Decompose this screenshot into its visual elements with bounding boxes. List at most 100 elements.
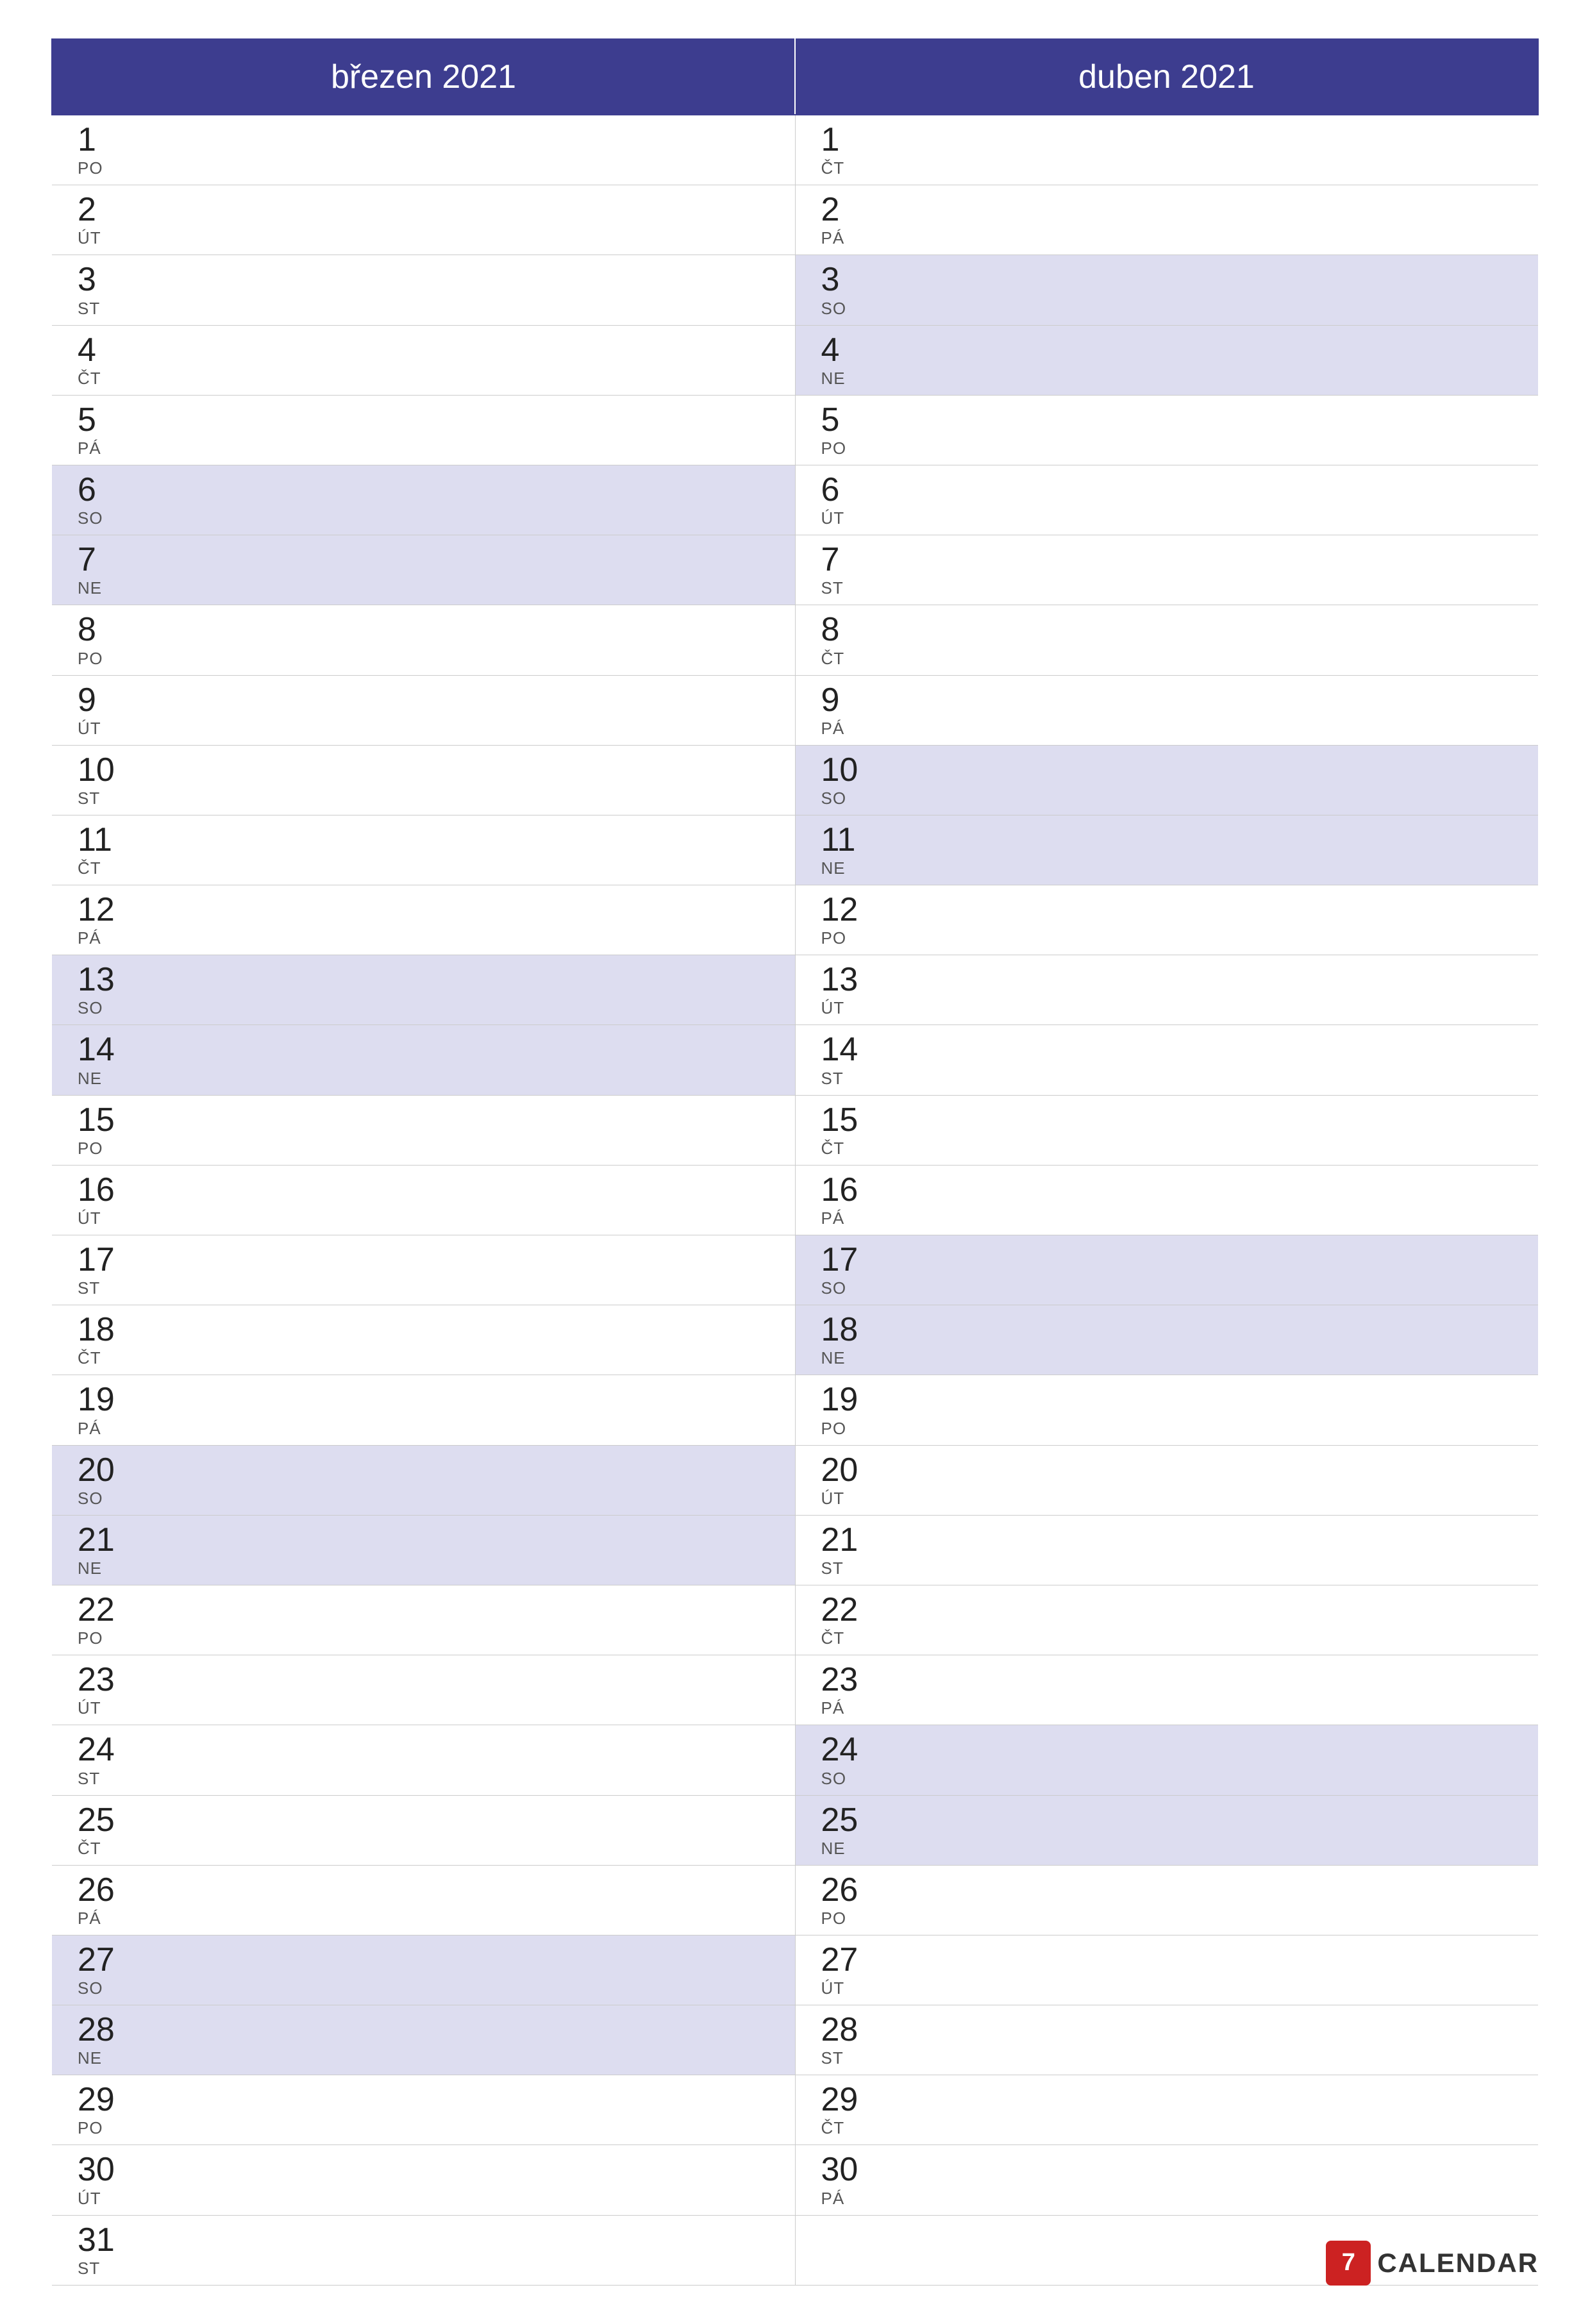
- march-day-27: 27SO: [52, 1935, 795, 2005]
- april-header: duben 2021: [795, 39, 1538, 115]
- day-row: 31ST: [52, 2215, 1538, 2285]
- april-day-6: 6ÚT: [795, 465, 1538, 535]
- april-day-15: 15ČT: [795, 1095, 1538, 1165]
- march-day-28: 28NE: [52, 2005, 795, 2075]
- day-row: 7NE7ST: [52, 535, 1538, 605]
- day-row: 9ÚT9PÁ: [52, 675, 1538, 745]
- april-day-29: 29ČT: [795, 2075, 1538, 2145]
- day-row: 18ČT18NE: [52, 1305, 1538, 1375]
- day-row: 24ST24SO: [52, 1725, 1538, 1795]
- march-day-18: 18ČT: [52, 1305, 795, 1375]
- march-day-1: 1PO: [52, 115, 795, 185]
- day-row: 13SO13ÚT: [52, 955, 1538, 1025]
- april-day-7: 7ST: [795, 535, 1538, 605]
- day-row: 22PO22ČT: [52, 1585, 1538, 1655]
- day-row: 11ČT11NE: [52, 815, 1538, 885]
- march-day-30: 30ÚT: [52, 2145, 795, 2215]
- day-row: 29PO29ČT: [52, 2075, 1538, 2145]
- day-row: 20SO20ÚT: [52, 1445, 1538, 1515]
- april-day-16: 16PÁ: [795, 1165, 1538, 1235]
- march-day-29: 29PO: [52, 2075, 795, 2145]
- day-row: 1PO1ČT: [52, 115, 1538, 185]
- april-day-24: 24SO: [795, 1725, 1538, 1795]
- day-row: 5PÁ5PO: [52, 395, 1538, 465]
- march-day-26: 26PÁ: [52, 1865, 795, 1935]
- day-row: 16ÚT16PÁ: [52, 1165, 1538, 1235]
- march-day-22: 22PO: [52, 1585, 795, 1655]
- april-day-18: 18NE: [795, 1305, 1538, 1375]
- day-row: 26PÁ26PO: [52, 1865, 1538, 1935]
- april-day-30: 30PÁ: [795, 2145, 1538, 2215]
- april-day-12: 12PO: [795, 885, 1538, 955]
- march-day-12: 12PÁ: [52, 885, 795, 955]
- march-day-2: 2ÚT: [52, 185, 795, 255]
- march-day-4: 4ČT: [52, 325, 795, 395]
- day-row: 27SO27ÚT: [52, 1935, 1538, 2005]
- footer: 7 CALENDAR: [1326, 2241, 1539, 2286]
- day-row: 28NE28ST: [52, 2005, 1538, 2075]
- april-day-14: 14ST: [795, 1025, 1538, 1095]
- march-day-31: 31ST: [52, 2215, 795, 2285]
- day-row: 8PO8ČT: [52, 605, 1538, 675]
- day-row: 12PÁ12PO: [52, 885, 1538, 955]
- march-day-25: 25ČT: [52, 1795, 795, 1865]
- day-row: 2ÚT2PÁ: [52, 185, 1538, 255]
- day-row: 23ÚT23PÁ: [52, 1655, 1538, 1725]
- day-row: 15PO15ČT: [52, 1095, 1538, 1165]
- march-day-13: 13SO: [52, 955, 795, 1025]
- march-day-11: 11ČT: [52, 815, 795, 885]
- calendar-logo: 7 CALENDAR: [1326, 2241, 1539, 2286]
- april-day-28: 28ST: [795, 2005, 1538, 2075]
- april-day-3: 3SO: [795, 255, 1538, 325]
- day-row: 17ST17SO: [52, 1235, 1538, 1305]
- april-day-20: 20ÚT: [795, 1445, 1538, 1515]
- april-day-2: 2PÁ: [795, 185, 1538, 255]
- day-row: 19PÁ19PO: [52, 1375, 1538, 1445]
- april-day-1: 1ČT: [795, 115, 1538, 185]
- day-row: 3ST3SO: [52, 255, 1538, 325]
- april-day-27: 27ÚT: [795, 1935, 1538, 2005]
- april-day-22: 22ČT: [795, 1585, 1538, 1655]
- day-row: 10ST10SO: [52, 745, 1538, 815]
- calendar-table: březen 2021 duben 2021 1PO1ČT2ÚT2PÁ3ST3S…: [51, 38, 1539, 2286]
- march-day-16: 16ÚT: [52, 1165, 795, 1235]
- day-row: 4ČT4NE: [52, 325, 1538, 395]
- april-day-5: 5PO: [795, 395, 1538, 465]
- april-day-8: 8ČT: [795, 605, 1538, 675]
- march-day-5: 5PÁ: [52, 395, 795, 465]
- march-day-9: 9ÚT: [52, 675, 795, 745]
- day-row: 25ČT25NE: [52, 1795, 1538, 1865]
- april-day-26: 26PO: [795, 1865, 1538, 1935]
- march-day-3: 3ST: [52, 255, 795, 325]
- march-day-10: 10ST: [52, 745, 795, 815]
- april-day-23: 23PÁ: [795, 1655, 1538, 1725]
- april-day-21: 21ST: [795, 1515, 1538, 1585]
- march-day-17: 17ST: [52, 1235, 795, 1305]
- day-row: 21NE21ST: [52, 1515, 1538, 1585]
- logo-label: CALENDAR: [1377, 2248, 1539, 2278]
- march-day-19: 19PÁ: [52, 1375, 795, 1445]
- march-day-24: 24ST: [52, 1725, 795, 1795]
- logo-icon: 7: [1326, 2241, 1371, 2286]
- march-day-15: 15PO: [52, 1095, 795, 1165]
- march-day-7: 7NE: [52, 535, 795, 605]
- day-row: 14NE14ST: [52, 1025, 1538, 1095]
- april-day-25: 25NE: [795, 1795, 1538, 1865]
- april-day-19: 19PO: [795, 1375, 1538, 1445]
- april-day-11: 11NE: [795, 815, 1538, 885]
- march-day-21: 21NE: [52, 1515, 795, 1585]
- march-day-20: 20SO: [52, 1445, 795, 1515]
- header-row: březen 2021 duben 2021: [52, 39, 1538, 115]
- april-day-17: 17SO: [795, 1235, 1538, 1305]
- april-day-13: 13ÚT: [795, 955, 1538, 1025]
- april-day-10: 10SO: [795, 745, 1538, 815]
- march-day-23: 23ÚT: [52, 1655, 795, 1725]
- calendar-page: březen 2021 duben 2021 1PO1ČT2ÚT2PÁ3ST3S…: [0, 0, 1590, 2324]
- april-day-4: 4NE: [795, 325, 1538, 395]
- day-row: 30ÚT30PÁ: [52, 2145, 1538, 2215]
- march-day-6: 6SO: [52, 465, 795, 535]
- march-day-8: 8PO: [52, 605, 795, 675]
- march-header: březen 2021: [52, 39, 795, 115]
- day-row: 6SO6ÚT: [52, 465, 1538, 535]
- march-day-14: 14NE: [52, 1025, 795, 1095]
